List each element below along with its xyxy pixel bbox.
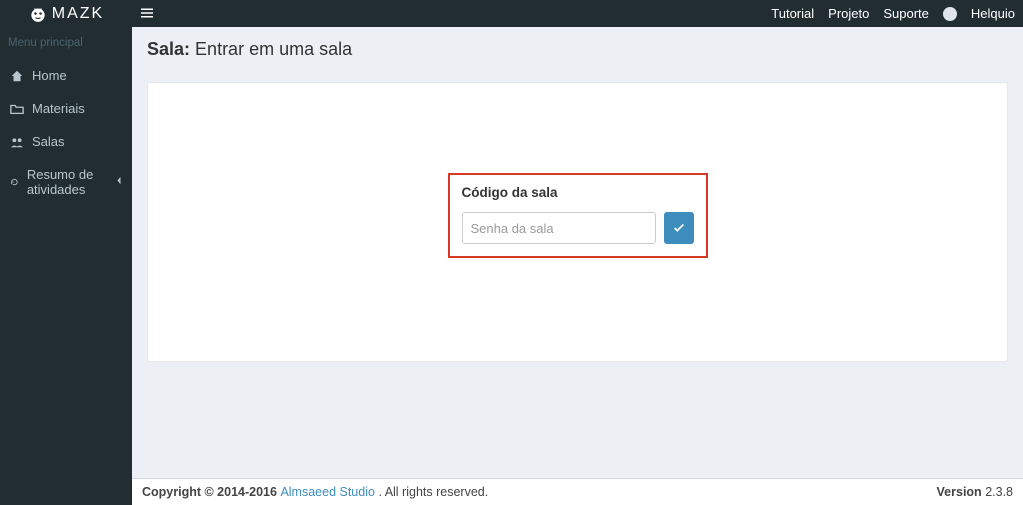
check-icon <box>672 221 686 235</box>
chevron-left-icon <box>116 176 122 188</box>
sidebar-item-label: Materiais <box>32 101 85 116</box>
refresh-icon <box>10 175 19 189</box>
users-icon <box>10 135 24 149</box>
nav-suporte[interactable]: Suporte <box>883 6 929 21</box>
content-header: Sala: Entrar em uma sala <box>132 27 1023 72</box>
footer-copyright: Copyright © 2014-2016 <box>142 485 280 499</box>
brand-text: MAZK <box>52 5 104 23</box>
home-icon <box>10 69 24 83</box>
sidebar-toggle[interactable] <box>132 6 162 22</box>
folder-icon <box>10 102 24 116</box>
sidebar-item-salas[interactable]: Salas <box>0 125 132 158</box>
sidebar-item-resumo[interactable]: Resumo de atividades <box>0 158 132 206</box>
content-box: Código da sala <box>147 82 1008 362</box>
nav-user[interactable]: Helquio <box>971 6 1015 21</box>
sidebar-item-label: Resumo de atividades <box>27 167 108 197</box>
card-title: Código da sala <box>462 185 694 200</box>
enter-room-card: Código da sala <box>448 173 708 258</box>
mascot-icon <box>28 2 48 25</box>
page-title: Sala: Entrar em uma sala <box>147 39 1008 60</box>
room-code-input[interactable] <box>462 212 656 244</box>
nav-projeto[interactable]: Projeto <box>828 6 869 21</box>
footer-link[interactable]: Almsaeed Studio <box>280 485 375 499</box>
sidebar-item-label: Salas <box>32 134 65 149</box>
nav-tutorial[interactable]: Tutorial <box>771 6 814 21</box>
version-label: Version <box>937 485 982 499</box>
sidebar-item-home[interactable]: Home <box>0 59 132 92</box>
app-logo[interactable]: MAZK <box>0 0 132 27</box>
menu-header: Menu principal <box>0 27 132 59</box>
submit-button[interactable] <box>664 212 694 244</box>
version-value: 2.3.8 <box>985 485 1013 499</box>
footer: Copyright © 2014-2016 Almsaeed Studio . … <box>132 478 1023 505</box>
avatar[interactable] <box>943 7 957 21</box>
bars-icon <box>141 7 153 19</box>
sidebar-item-materiais[interactable]: Materiais <box>0 92 132 125</box>
sidebar: Menu principal Home Materiais Salas Resu… <box>0 27 132 505</box>
sidebar-item-label: Home <box>32 68 67 83</box>
main-content: Sala: Entrar em uma sala Código da sala <box>132 27 1023 478</box>
footer-tail: . All rights reserved. <box>378 485 488 499</box>
